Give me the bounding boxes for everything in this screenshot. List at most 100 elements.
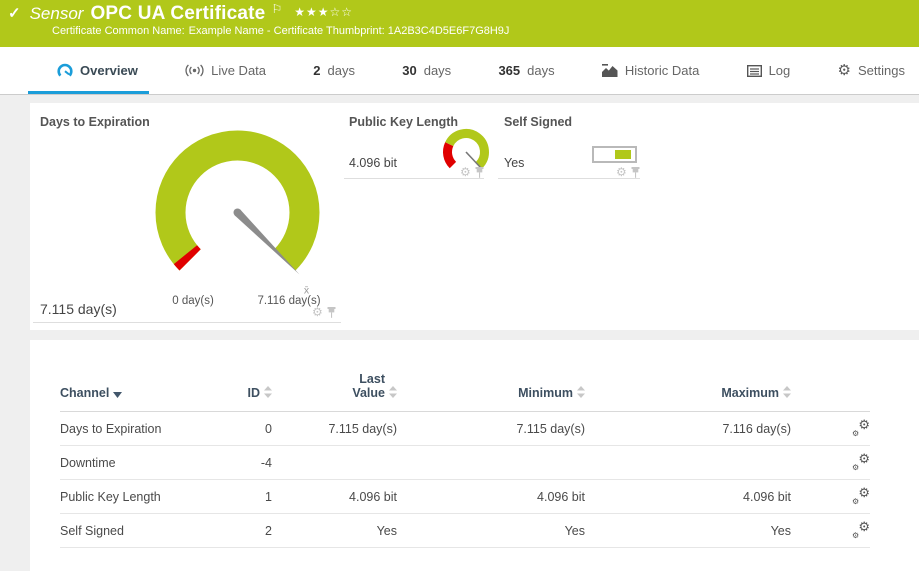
tab-365-days[interactable]: 365 days: [498, 47, 554, 94]
tab-number: 30: [402, 63, 416, 78]
column-header-last-value[interactable]: Last Value: [272, 352, 397, 412]
tab-label: Live Data: [211, 63, 266, 78]
column-header-label: ID: [248, 386, 261, 400]
column-header-maximum[interactable]: Maximum: [585, 352, 791, 412]
column-header-id[interactable]: ID: [220, 352, 272, 412]
gear-icon[interactable]: ⚙: [312, 306, 323, 318]
cell-maximum: Yes: [585, 514, 791, 548]
pin-icon[interactable]: [475, 167, 484, 178]
table-row-self-signed: Self Signed 2 Yes Yes Yes ⚙⚙: [60, 514, 870, 548]
page-title: OPC UA Certificate: [90, 3, 265, 25]
cell-channel: Downtime: [60, 446, 220, 480]
self-signed-indicator: [592, 146, 637, 163]
subtitle-value: Example Name - Certificate Thumbprint: 1…: [189, 25, 510, 37]
tab-settings[interactable]: ⚙ Settings: [838, 47, 905, 94]
cell-channel: Days to Expiration: [60, 412, 220, 446]
tab-30-days[interactable]: 30 days: [402, 47, 451, 94]
cell-last-value: 4.096 bit: [272, 480, 397, 514]
flag-icon: ⚐: [271, 0, 282, 20]
tab-number: 365: [498, 63, 520, 78]
channel-settings-icon[interactable]: ⚙⚙: [852, 454, 870, 469]
tab-label: Settings: [858, 63, 905, 78]
channel-table: Channel ID Last Value Minimum Maximum: [60, 352, 870, 548]
tab-label: Log: [769, 63, 791, 78]
table-row-public-key-length: Public Key Length 1 4.096 bit 4.096 bit …: [60, 480, 870, 514]
gauge-value-days-to-expiration: 7.115 day(s): [40, 301, 117, 317]
stars-empty[interactable]: ☆☆: [330, 5, 354, 19]
cell-channel: Self Signed: [60, 514, 220, 548]
tab-label: Overview: [80, 63, 138, 78]
sort-icon: [264, 386, 272, 401]
column-header-channel[interactable]: Channel: [60, 352, 220, 412]
cell-minimum: 7.115 day(s): [397, 412, 585, 446]
channel-settings-icon[interactable]: ⚙⚙: [852, 522, 870, 537]
overview-content: Days to Expiration x̄ 0 day(s) 7.116 day…: [0, 96, 919, 571]
column-header-label: Last Value: [341, 372, 385, 400]
tab-label: Historic Data: [625, 63, 699, 78]
gear-icon: ⚙: [838, 63, 851, 78]
column-header-label: Minimum: [518, 386, 573, 400]
gauges-card: Days to Expiration x̄ 0 day(s) 7.116 day…: [30, 103, 919, 330]
cell-actions: ⚙⚙: [791, 514, 870, 548]
cell-minimum: 4.096 bit: [397, 480, 585, 514]
cell-minimum: Yes: [397, 514, 585, 548]
cell-actions: ⚙⚙: [791, 412, 870, 446]
cell-channel: Public Key Length: [60, 480, 220, 514]
gauge-actions: ⚙: [460, 166, 484, 178]
column-header-actions: [791, 352, 870, 412]
cell-id: 1: [220, 480, 272, 514]
gauge-actions: ⚙: [312, 306, 336, 318]
gear-icon[interactable]: ⚙: [460, 166, 471, 178]
tab-2-days[interactable]: 2 days: [313, 47, 355, 94]
panel-divider: [33, 322, 341, 323]
priority-stars[interactable]: ★★★☆☆: [294, 1, 353, 23]
pin-icon[interactable]: [631, 167, 640, 178]
tab-overview[interactable]: Overview: [57, 47, 138, 94]
days-to-expiration-gauge: x̄: [150, 125, 325, 300]
cell-maximum: [585, 446, 791, 480]
cell-last-value: [272, 446, 397, 480]
channel-settings-icon[interactable]: ⚙⚙: [852, 488, 870, 503]
gear-icon[interactable]: ⚙: [616, 166, 627, 178]
column-header-minimum[interactable]: Minimum: [397, 352, 585, 412]
gauge-min-label: 0 day(s): [172, 295, 214, 307]
cell-last-value: 7.115 day(s): [272, 412, 397, 446]
sort-icon: [389, 386, 397, 401]
sort-desc-icon: [113, 387, 122, 401]
subtitle-label: Certificate Common Name:: [52, 25, 185, 37]
cell-actions: ⚙⚙: [791, 446, 870, 480]
tab-live-data[interactable]: Live Data: [185, 47, 266, 94]
pin-icon[interactable]: [327, 307, 336, 318]
toggle-on-block: [615, 150, 631, 159]
sort-icon: [577, 386, 585, 401]
sort-icon: [783, 386, 791, 401]
column-header-label: Channel: [60, 386, 109, 400]
cell-maximum: 7.116 day(s): [585, 412, 791, 446]
sensor-header: ✓ Sensor OPC UA Certificate ⚐ ★★★☆☆ Cert…: [0, 0, 919, 47]
gauge-icon: [57, 63, 73, 78]
column-header-label: Maximum: [721, 386, 779, 400]
tab-log[interactable]: Log: [747, 47, 791, 94]
gauge-value-self-signed: Yes: [504, 156, 524, 170]
cell-actions: ⚙⚙: [791, 480, 870, 514]
panel-divider: [344, 178, 484, 179]
table-row-downtime: Downtime -4 ⚙⚙: [60, 446, 870, 480]
cell-maximum: 4.096 bit: [585, 480, 791, 514]
area-chart-icon: [602, 64, 618, 77]
table-header-row: Channel ID Last Value Minimum Maximum: [60, 352, 870, 412]
panel-divider: [498, 178, 640, 179]
broadcast-icon: [185, 64, 204, 77]
tab-bar: Overview Live Data 2 days 30 days 365 da…: [0, 47, 919, 95]
gauge-value-public-key-length: 4.096 bit: [349, 156, 397, 170]
stars-filled[interactable]: ★★★: [294, 5, 329, 19]
sensor-subtitle: Certificate Common Name: Example Name - C…: [0, 25, 919, 37]
cell-id: -4: [220, 446, 272, 480]
gauge-actions: ⚙: [616, 166, 640, 178]
channel-settings-icon[interactable]: ⚙⚙: [852, 420, 870, 435]
gauge-title-days-to-expiration: Days to Expiration: [40, 115, 150, 129]
table-row-days-to-expiration: Days to Expiration 0 7.115 day(s) 7.115 …: [60, 412, 870, 446]
cell-id: 2: [220, 514, 272, 548]
tab-label: days: [424, 63, 451, 78]
tab-historic-data[interactable]: Historic Data: [602, 47, 699, 94]
sensor-kicker: Sensor: [30, 3, 84, 25]
